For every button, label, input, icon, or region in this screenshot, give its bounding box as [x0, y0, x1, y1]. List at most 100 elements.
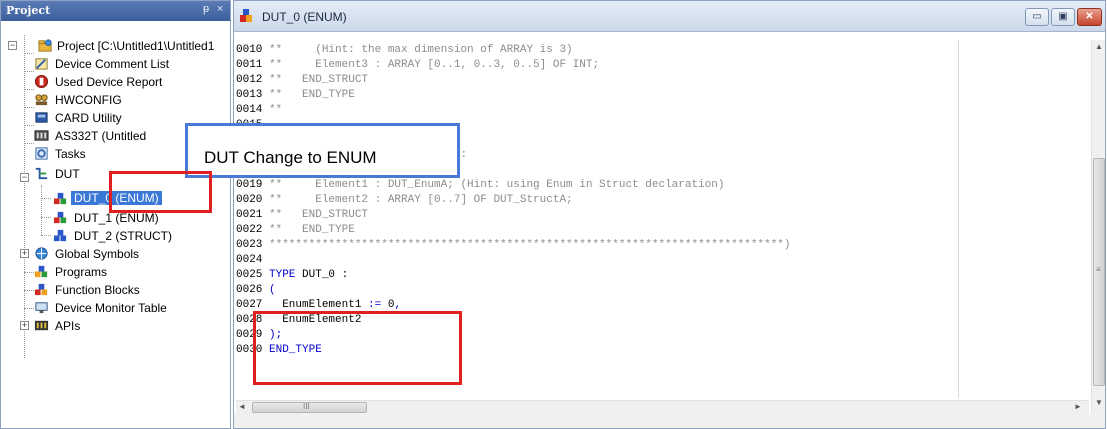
expand-apis-expander[interactable]: +: [20, 321, 29, 330]
code-line[interactable]: 0020 ** Element2 : ARRAY [0..7] OF DUT_S…: [236, 193, 573, 208]
line-number: 0027: [236, 299, 263, 311]
highlight-enum-code: [253, 311, 462, 385]
vertical-scroll-thumb[interactable]: ≡: [1093, 158, 1105, 386]
function-block-icon: [34, 283, 48, 296]
tree-item-hwconfig[interactable]: HWCONFIG: [34, 91, 224, 109]
code-line[interactable]: 0019 ** Element1 : DUT_EnumA; (Hint: usi…: [236, 178, 724, 193]
api-icon: [34, 320, 49, 331]
editor-status-strip: [234, 414, 1105, 428]
line-number: 0023: [236, 239, 263, 251]
tree-connector: [24, 272, 34, 273]
code-line[interactable]: 0013 ** END_TYPE: [236, 88, 355, 103]
line-number: 0012: [236, 74, 263, 86]
line-number: 0014: [236, 104, 263, 116]
tree-connector: [41, 185, 42, 235]
tree-item-label: DUT_2 (STRUCT): [74, 229, 172, 243]
tree-connector: [41, 217, 51, 218]
code-line[interactable]: 0025 TYPE DUT_0 :: [236, 268, 348, 283]
code-line[interactable]: 0024: [236, 253, 262, 268]
code-line[interactable]: 0023 ***********************************…: [236, 238, 791, 253]
tree-item-global-symbols[interactable]: Global Symbols: [34, 245, 224, 263]
dut-item-icon: [53, 192, 67, 205]
horizontal-scroll-thumb[interactable]: III: [252, 402, 367, 413]
dut-item-icon: [53, 229, 67, 242]
tree-connector: [24, 107, 34, 108]
comment-list-icon: [35, 58, 48, 70]
code-token: ,: [394, 299, 402, 311]
horizontal-scrollbar[interactable]: ◄ III ►: [236, 400, 1089, 414]
close-icon[interactable]: ×: [217, 3, 223, 15]
tree-item-label: Project [C:\Untitled1\Untitled1: [57, 39, 215, 53]
tree-item-device-comment-list[interactable]: Device Comment List: [34, 55, 224, 73]
tree-connector: [41, 235, 51, 236]
tree-connector: [24, 71, 34, 72]
close-button[interactable]: ✕: [1077, 8, 1102, 26]
tree-item-dut-2[interactable]: DUT_2 (STRUCT): [53, 227, 223, 245]
code-line[interactable]: 0012 ** END_STRUCT: [236, 73, 368, 88]
tree-item-label: CARD Utility: [55, 111, 122, 125]
code-token: DUT_0 :: [295, 269, 349, 281]
scroll-grip-icon: III: [303, 402, 310, 411]
project-panel: Project ᵽ × − − + + Project [C:\Untitled…: [0, 0, 231, 429]
code-line[interactable]: 0011 ** Element3 : ARRAY [0..1, 0..3, 0.…: [236, 58, 599, 73]
code-token: ** END_TYPE: [262, 89, 355, 101]
tree-connector: [24, 143, 34, 144]
tree-item-used-device-report[interactable]: Used Device Report: [34, 73, 224, 91]
scroll-grip-icon: ≡: [1096, 265, 1101, 274]
vertical-scrollbar[interactable]: ▲ ≡ ▼: [1091, 40, 1105, 414]
scroll-right-arrow[interactable]: ►: [1074, 402, 1082, 411]
code-token: **: [262, 104, 283, 116]
tree-item-function-blocks[interactable]: Function Blocks: [34, 281, 224, 299]
tree-item-label: Used Device Report: [55, 75, 163, 89]
code-token: ** END_STRUCT: [262, 209, 369, 221]
dut-folder-icon: [35, 167, 48, 180]
project-panel-header: Project ᵽ ×: [1, 1, 230, 21]
tree-item-project[interactable]: Project [C:\Untitled1\Untitled1: [38, 37, 228, 55]
code-line[interactable]: 0010 ** (Hint: the max dimension of ARRA…: [236, 43, 573, 58]
dut-window-icon: [240, 9, 252, 22]
code-token: ** END_STRUCT: [262, 74, 369, 86]
tree-connector: [24, 290, 34, 291]
restore-button[interactable]: ▣: [1051, 8, 1075, 26]
monitor-icon: [35, 302, 48, 314]
tree-item-programs[interactable]: Programs: [34, 263, 224, 281]
project-panel-title: Project: [6, 4, 51, 17]
code-line[interactable]: 0022 ** END_TYPE: [236, 223, 355, 238]
callout-text: DUT Change to ENUM: [204, 148, 377, 167]
code-token: ** Element3 : ARRAY [0..1, 0..3, 0..5] O…: [262, 59, 600, 71]
line-number: 0024: [236, 254, 263, 266]
tree-item-label: Device Comment List: [55, 57, 170, 71]
scroll-left-arrow[interactable]: ◄: [238, 402, 246, 411]
hwconfig-icon: [35, 94, 48, 106]
line-number: 0010: [236, 44, 263, 56]
plc-icon: [34, 130, 49, 141]
code-line[interactable]: 0026 (: [236, 283, 276, 298]
tree-item-label: HWCONFIG: [55, 93, 122, 107]
report-icon: [34, 74, 49, 89]
code-line[interactable]: 0021 ** END_STRUCT: [236, 208, 368, 223]
highlight-dut-0: [109, 171, 212, 213]
scroll-up-arrow[interactable]: ▲: [1092, 42, 1106, 54]
pin-icon[interactable]: ᵽ: [203, 3, 209, 15]
editor-titlebar[interactable]: DUT_0 (ENUM) ▭ ▣ ✕: [234, 1, 1105, 32]
code-token: ** (Hint: the max dimension of ARRAY is …: [262, 44, 573, 56]
code-token: TYPE: [262, 269, 296, 281]
scroll-down-arrow[interactable]: ▼: [1092, 398, 1106, 410]
tree-item-label: Function Blocks: [55, 283, 140, 297]
code-line[interactable]: 0014 **: [236, 103, 282, 118]
minimize-button[interactable]: ▭: [1025, 8, 1049, 26]
expand-global-symbols-expander[interactable]: +: [20, 249, 29, 258]
code-token: ** Element2 : ARRAY [0..7] OF DUT_Struct…: [262, 194, 573, 206]
collapse-dut-expander[interactable]: −: [20, 173, 29, 182]
line-number: 0011: [236, 59, 263, 71]
code-token: ** END_TYPE: [262, 224, 355, 236]
code-token: EnumElement1: [262, 299, 369, 311]
line-number: 0013: [236, 89, 263, 101]
tree-item-device-monitor-table[interactable]: Device Monitor Table: [34, 299, 224, 317]
line-number: 0022: [236, 224, 263, 236]
card-icon: [35, 112, 48, 123]
project-icon: [38, 39, 52, 52]
collapse-project-expander[interactable]: −: [8, 41, 17, 50]
tree-item-label: Device Monitor Table: [55, 301, 167, 315]
tree-item-apis[interactable]: APIs: [34, 317, 224, 335]
